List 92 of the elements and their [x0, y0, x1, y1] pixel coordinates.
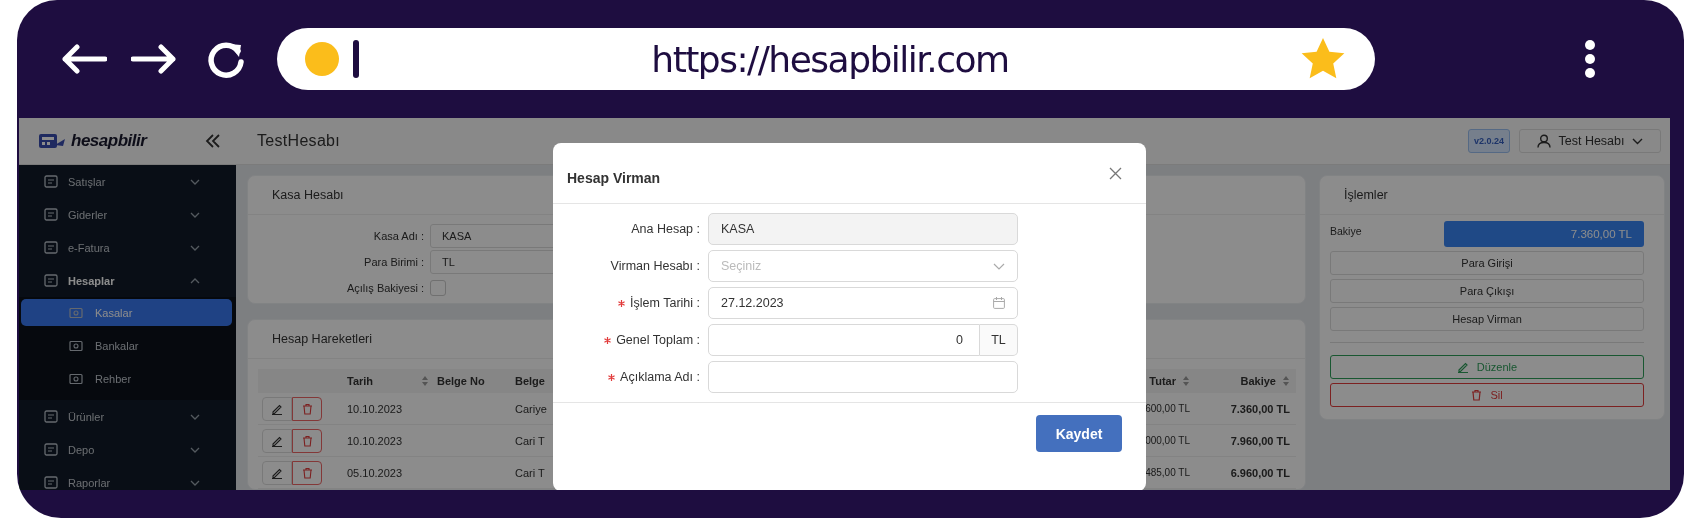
menu-item-icon: [44, 443, 58, 456]
sidebar-item[interactable]: e-Fatura: [19, 231, 236, 264]
date-field[interactable]: 27.12.2023: [708, 287, 1018, 319]
cursor-icon: [353, 40, 359, 78]
currency-addon: TL: [980, 324, 1018, 356]
field-label: İşlem Tarihi :: [630, 296, 700, 310]
field-label: Genel Toplam :: [616, 333, 700, 347]
table-cell-text: Cari T: [514, 466, 546, 479]
sidebar-subitem[interactable]: Rehber: [21, 365, 232, 392]
sidebar-item[interactable]: Hesaplar: [19, 264, 236, 297]
action-button[interactable]: Hesap Virman: [1330, 307, 1644, 331]
menu-item-icon: [44, 476, 58, 489]
checkbox[interactable]: [430, 280, 446, 296]
menu-item-icon: [69, 372, 83, 385]
calendar-icon: [993, 297, 1005, 309]
action-button[interactable]: Para Girişi: [1330, 251, 1644, 275]
column-header[interactable]: Tarih: [345, 375, 435, 387]
column-header[interactable]: Belge No: [435, 375, 513, 387]
table-cell-text: Cari T: [514, 434, 546, 447]
field-label: Virman Hesabı :: [610, 259, 700, 273]
pencil-icon: [271, 466, 283, 479]
menu-item-icon: [44, 175, 58, 188]
menu-item-icon: [44, 274, 58, 287]
table-cell-text: 7.960,00 TL: [1229, 434, 1291, 447]
edit-button[interactable]: [262, 396, 292, 421]
sidebar-item[interactable]: Depo: [19, 433, 236, 466]
menu-item-icon: [44, 410, 58, 423]
trash-icon: [301, 466, 313, 479]
user-menu-button[interactable]: Test Hesabı: [1519, 129, 1661, 153]
url-text: https://hesapbilir.com: [650, 38, 1010, 80]
save-button[interactable]: Kaydet: [1036, 415, 1122, 452]
delete-button[interactable]: [292, 460, 322, 485]
table-cell-text: 7.360,00 TL: [1229, 402, 1291, 415]
column-header[interactable]: Bakiye: [1196, 375, 1296, 387]
trash-icon: [1471, 389, 1483, 401]
sidebar-subitem[interactable]: Bankalar: [21, 332, 232, 359]
card-title: İşlemler: [1320, 176, 1664, 215]
table-cell-text: 600,00 TL: [1144, 403, 1191, 414]
trash-icon: [301, 434, 313, 447]
collapse-icon[interactable]: [205, 134, 221, 148]
field-label: Ana Hesap :: [631, 222, 700, 236]
forward-icon[interactable]: [131, 44, 177, 74]
input-field[interactable]: 0: [708, 324, 980, 356]
balance-label: Bakiye: [1330, 225, 1362, 239]
table-cell-text: 485,00 TL: [1144, 467, 1191, 478]
sidebar-item[interactable]: Satışlar: [19, 165, 236, 198]
dot-icon: [305, 42, 339, 76]
column-header[interactable]: Tutar: [1136, 375, 1196, 387]
input-field[interactable]: [708, 361, 1018, 393]
table-cell-text: 000,00 TL: [1144, 435, 1191, 446]
action-button[interactable]: Para Çıkışı: [1330, 279, 1644, 303]
address-bar[interactable]: https://hesapbilir.com: [277, 28, 1375, 90]
delete-button[interactable]: [292, 396, 322, 421]
pencil-icon: [271, 402, 283, 415]
kebab-menu-icon[interactable]: [1584, 39, 1596, 79]
edit-button[interactable]: [262, 428, 292, 453]
sidebar-subitem[interactable]: Kasalar: [21, 299, 232, 326]
table-cell-text: Cariye: [514, 402, 548, 415]
sidebar-item[interactable]: Ürünler: [19, 400, 236, 433]
field-label: Para Birimi :: [363, 256, 424, 268]
sidebar-item[interactable]: Raporlar: [19, 466, 236, 490]
logo-icon: [37, 131, 67, 151]
pencil-icon: [1456, 361, 1469, 373]
field-label: Açılış Bakiyesi :: [345, 282, 424, 294]
chevron-down-icon: [993, 262, 1005, 270]
menu-item-icon: [69, 306, 83, 319]
sidebar-item[interactable]: Giderler: [19, 198, 236, 231]
balance-value: 7.360,00 TL: [1444, 221, 1644, 247]
page-title: TestHesabı: [257, 132, 341, 150]
table-cell-text: 6.960,00 TL: [1229, 466, 1291, 479]
edit-button[interactable]: Düzenle: [1330, 355, 1644, 379]
back-icon[interactable]: [61, 44, 107, 74]
table-cell-text: 10.10.2023: [346, 402, 404, 415]
field-label: Kasa Adı :: [372, 230, 424, 242]
version-badge: v2.0.24: [1467, 129, 1510, 153]
trash-icon: [301, 402, 313, 415]
logo-text[interactable]: hesapbilir: [71, 131, 147, 151]
close-icon[interactable]: [1109, 166, 1122, 180]
input-field: KASA: [708, 213, 1018, 245]
star-icon[interactable]: [1301, 38, 1345, 80]
field-label: Açıklama Adı :: [620, 370, 700, 384]
edit-button[interactable]: [262, 460, 292, 485]
delete-button[interactable]: Sil: [1330, 383, 1644, 407]
menu-item-icon: [69, 339, 83, 352]
table-cell-text: 05.10.2023: [346, 466, 404, 479]
delete-button[interactable]: [292, 428, 322, 453]
pencil-icon: [271, 434, 283, 447]
menu-item-icon: [44, 208, 58, 221]
user-icon: [1537, 134, 1552, 148]
chevron-down-icon: [1631, 137, 1643, 145]
table-cell-text: 10.10.2023: [346, 434, 404, 447]
menu-item-icon: [44, 241, 58, 254]
